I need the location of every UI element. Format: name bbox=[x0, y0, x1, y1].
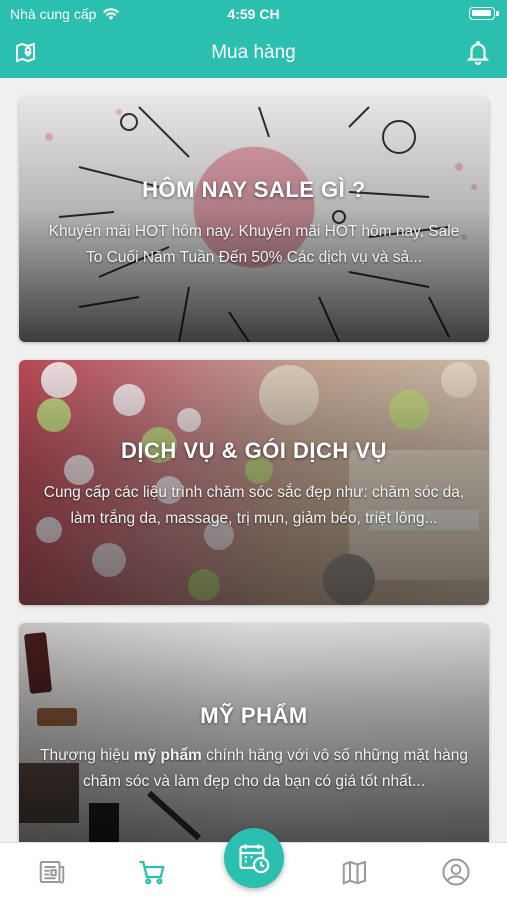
cosmetics-card[interactable]: MỸ PHẨM Thương hiệu mỹ phẩm chính hãng v… bbox=[19, 623, 489, 853]
card-description: Thương hiệu mỹ phẩm chính hãng với vô số… bbox=[40, 747, 468, 790]
booking-button[interactable] bbox=[224, 828, 284, 888]
status-time: 4:59 CH bbox=[227, 6, 280, 22]
card-description: Cung cấp các liệu trình chăm sóc sắc đẹp… bbox=[43, 484, 465, 527]
nav-bar: Mua hàng bbox=[0, 28, 507, 78]
status-bar: Nhà cung cấp 4:59 CH bbox=[0, 0, 507, 28]
service-card[interactable]: DỊCH VỤ & GÓI DỊCH VỤ Cung cấp các liệu … bbox=[19, 360, 489, 605]
card-title: DỊCH VỤ & GÓI DỊCH VỤ bbox=[121, 438, 387, 463]
card-title: HÔM NAY SALE GÌ ? bbox=[142, 177, 366, 202]
profile-icon[interactable] bbox=[441, 857, 471, 887]
app-header: Nhà cung cấp 4:59 CH Mua hàng bbox=[0, 0, 507, 78]
battery-icon bbox=[469, 7, 499, 20]
news-icon[interactable] bbox=[37, 857, 67, 887]
calendar-clock-icon bbox=[239, 844, 270, 874]
bell-icon[interactable] bbox=[465, 39, 491, 65]
card-title: MỸ PHẨM bbox=[200, 703, 308, 728]
map-icon[interactable] bbox=[340, 857, 370, 887]
page-title: Mua hàng bbox=[211, 42, 296, 63]
cart-icon[interactable] bbox=[137, 857, 167, 887]
card-description: Khuyến mãi HOT hôm nay. Khuyến mãi HOT h… bbox=[48, 223, 460, 266]
promo-card-sale[interactable]: HÔM NAY SALE GÌ ? Khuyến mãi HOT hôm nay… bbox=[19, 97, 489, 342]
